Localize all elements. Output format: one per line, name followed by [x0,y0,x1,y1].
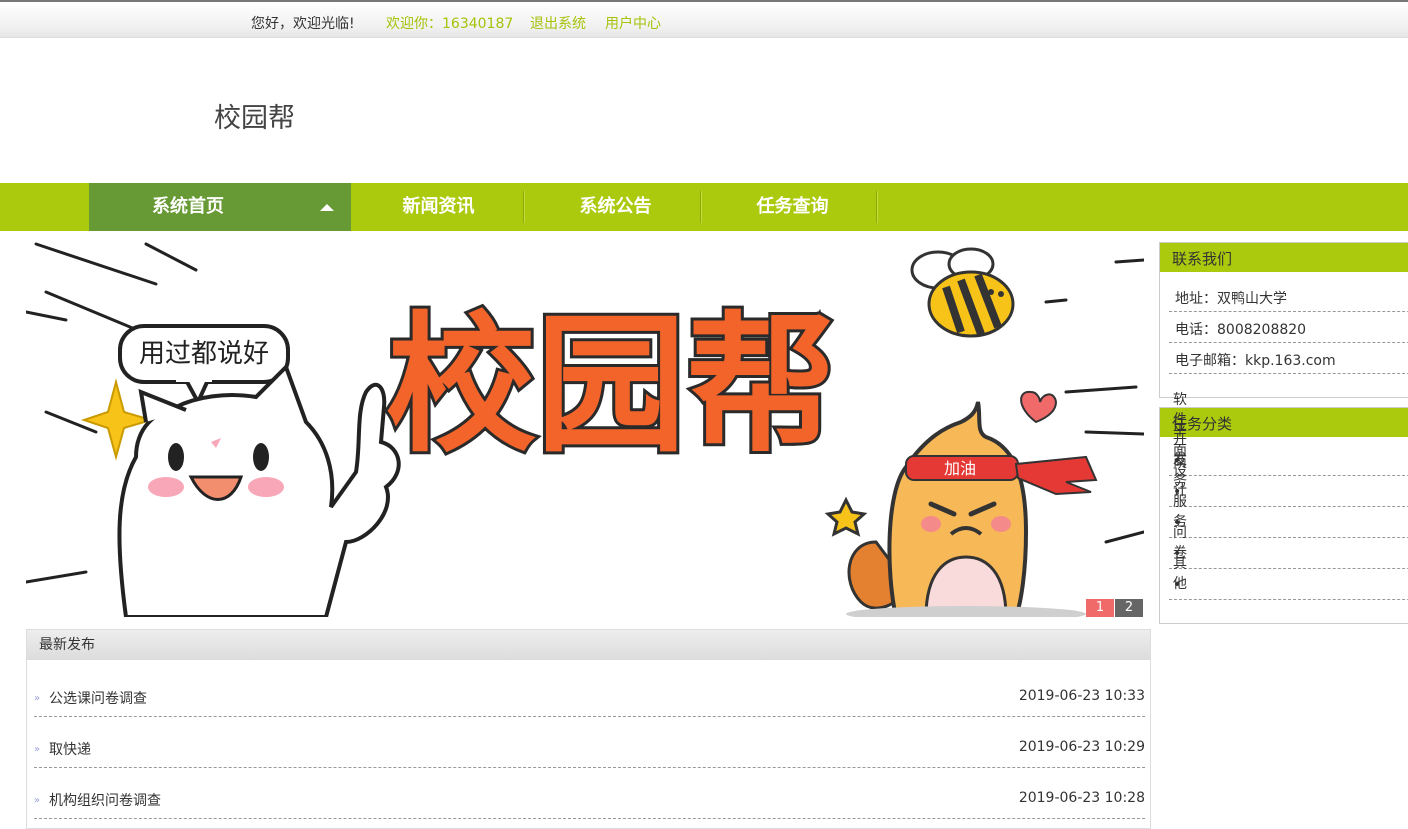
contact-title: 联系我们 [1160,243,1408,272]
contact-address: 地址：双鸭山大学 [1169,290,1408,312]
category-item[interactable]: • 问卷 [1169,525,1408,569]
nav-divider [523,191,524,223]
nav-task-search[interactable]: 任务查询 [705,183,880,231]
banner-illustration: 用过都说好 校园帮 加油 [26,242,1144,617]
list-item-title[interactable]: 机构组织问卷调查 [49,790,161,810]
user-center-link[interactable]: 用户中心 [605,13,661,33]
task-category-title: 任务分类 [1160,408,1408,437]
category-item-label: 商务服务 [1173,454,1187,530]
contact-address-text: 地址：双鸭山大学 [1175,291,1287,307]
category-item[interactable]: • 软件开发 [1169,392,1408,476]
latest-published-panel: 最新发布 » 公选课问卷调查 2019-06-23 10:33 » 取快递 20… [26,629,1151,829]
carousel-page-2[interactable]: 2 [1115,599,1143,617]
nav-home[interactable]: 系统首页 [89,183,351,231]
chick-mascot: 加油 [846,401,1098,617]
category-item-label: 其他 [1173,556,1187,592]
list-item-date: 2019-06-23 10:28 [1018,790,1145,806]
site-title: 校园帮 [214,103,295,134]
banner-carousel[interactable]: 用过都说好 校园帮 加油 [26,242,1144,617]
main-nav: 系统首页 新闻资讯 系统公告 任务查询 [0,183,1408,231]
category-item[interactable]: • 其他 [1169,556,1408,600]
list-item[interactable]: » 公选课问卷调查 2019-06-23 10:33 [34,666,1145,717]
nav-news[interactable]: 新闻资讯 [351,183,526,231]
contact-email-text: 电子邮箱：kkp.163.com [1175,353,1336,369]
task-category-panel: 任务分类 • 软件开发 • 平面设计 • 商务服务 • 问卷 • 其他 [1159,392,1408,624]
nav-news-label: 新闻资讯 [402,196,475,217]
list-item[interactable]: » 取快递 2019-06-23 10:29 [34,717,1145,768]
banner-headline: 校园帮 [386,299,836,473]
list-item-date: 2019-06-23 10:33 [1018,688,1145,704]
nav-home-label: 系统首页 [152,196,224,217]
nav-announcements[interactable]: 系统公告 [528,183,703,231]
speech-bubble-text: 用过都说好 [139,339,269,369]
logout-link[interactable]: 退出系统 [530,13,586,33]
triangle-up-icon [320,204,334,211]
contact-phone-text: 电话：8008208820 [1175,322,1307,338]
welcome-text: 您好，欢迎光临! [251,16,355,32]
list-item-date: 2019-06-23 10:29 [1018,739,1145,755]
nav-task-search-label: 任务查询 [756,196,829,217]
contact-email: 电子邮箱：kkp.163.com [1169,352,1408,374]
user-greeting-link[interactable]: 欢迎你：16340187 [386,13,513,33]
headband-text: 加油 [944,459,976,478]
category-item[interactable]: • 平面设计 [1169,423,1408,507]
carousel-page-1[interactable]: 1 [1086,599,1114,617]
contact-phone: 电话：8008208820 [1169,321,1408,343]
list-item[interactable]: » 机构组织问卷调查 2019-06-23 10:28 [34,768,1145,819]
list-item-title[interactable]: 取快递 [49,739,91,759]
contact-panel: 联系我们 地址：双鸭山大学 电话：8008208820 电子邮箱：kkp.163… [1159,242,1408,398]
latest-published-title: 最新发布 [27,630,1150,660]
bee-mascot [910,247,1015,338]
category-item[interactable]: • 商务服务 [1169,454,1408,538]
double-arrow-icon: » [34,744,41,755]
top-bar: 您好，欢迎光临! 欢迎你：16340187 退出系统 用户中心 [0,0,1408,38]
nav-divider [876,191,877,223]
cat-mascot [117,363,401,617]
nav-divider [700,191,701,223]
nav-announcements-label: 系统公告 [579,196,652,217]
list-item-title[interactable]: 公选课问卷调查 [49,688,147,708]
double-arrow-icon: » [34,693,41,704]
double-arrow-icon: » [34,795,41,806]
